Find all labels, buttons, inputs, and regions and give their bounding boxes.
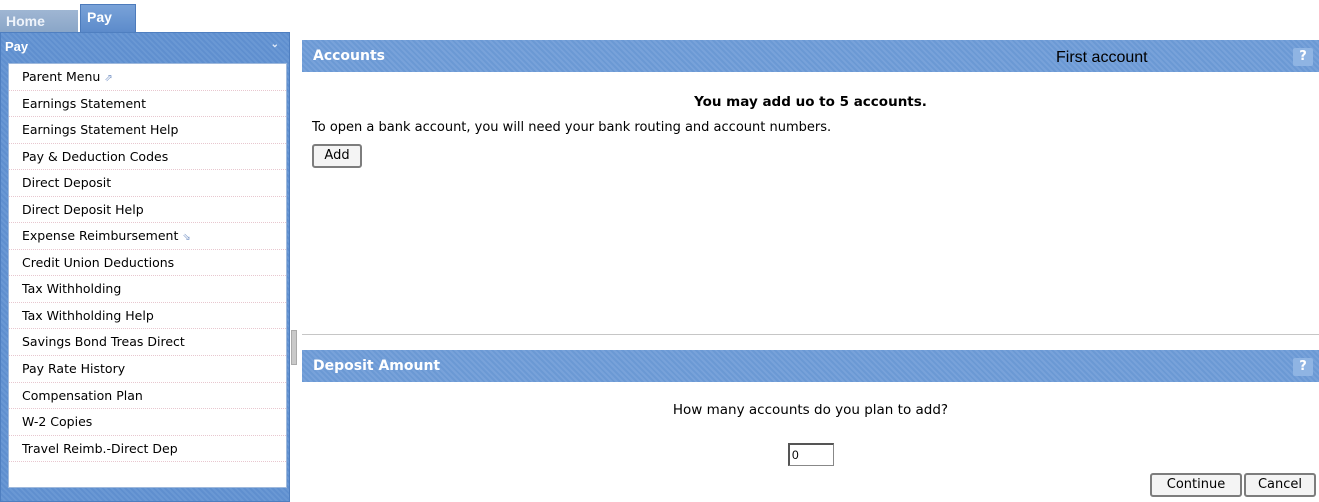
accounts-count-input[interactable] xyxy=(788,443,834,466)
sidebar-item-label: Savings Bond Treas Direct xyxy=(22,334,185,350)
sidebar-item-label: Direct Deposit xyxy=(22,175,112,191)
sidebar-item-label: Tax Withholding Help xyxy=(22,307,154,323)
sidebar-item-credit-union-deductions[interactable]: Credit Union Deductions xyxy=(9,250,286,277)
sidebar-item-w2-copies[interactable]: W-2 Copies xyxy=(9,409,286,436)
sidebar-item-direct-deposit[interactable]: Direct Deposit xyxy=(9,170,286,197)
expand-arrow-icon: ⇘ xyxy=(182,232,191,244)
chevron-down-icon[interactable]: ⌄ xyxy=(271,39,279,50)
sidebar-item-pay-rate-history[interactable]: Pay Rate History xyxy=(9,356,286,383)
sidebar-item-label: Pay Rate History xyxy=(22,361,126,377)
cancel-button[interactable]: Cancel xyxy=(1244,473,1316,497)
sidebar-menu: Parent Menu ⇗ Earnings Statement Earnings… xyxy=(8,63,287,488)
sidebar-item-label: Compensation Plan xyxy=(22,387,143,403)
deposit-panel-header: Deposit Amount ? xyxy=(302,350,1319,382)
sidebar-header[interactable]: Pay ⌄ xyxy=(5,39,287,55)
first-account-label: First account xyxy=(1056,49,1148,66)
sidebar-item-label: W-2 Copies xyxy=(22,414,93,430)
sidebar-item-label: Earnings Statement Help xyxy=(22,122,179,138)
sidebar-item-expense-reimbursement[interactable]: Expense Reimbursement ⇘ xyxy=(9,223,286,250)
add-account-button[interactable]: Add xyxy=(312,144,362,168)
sidebar-item-savings-bond[interactable]: Savings Bond Treas Direct xyxy=(9,329,286,357)
sidebar-item-tax-withholding-help[interactable]: Tax Withholding Help xyxy=(9,303,286,330)
sidebar-item-label: Tax Withholding xyxy=(22,281,122,297)
sidebar-item-earnings-statement-help[interactable]: Earnings Statement Help xyxy=(9,117,286,144)
accounts-panel-header: Accounts ? xyxy=(302,40,1319,72)
accounts-panel-title: Accounts xyxy=(313,48,386,64)
panel-divider xyxy=(302,334,1319,335)
external-link-icon: ⇗ xyxy=(104,73,113,84)
tab-home[interactable]: Home xyxy=(0,10,78,32)
deposit-panel-title: Deposit Amount xyxy=(313,358,441,374)
accounts-count-question: How many accounts do you plan to add? xyxy=(672,402,949,418)
help-icon[interactable]: ? xyxy=(1293,358,1313,376)
sidebar-item-label: Credit Union Deductions xyxy=(22,254,175,270)
sidebar-item-pay-deduction-codes[interactable]: Pay & Deduction Codes xyxy=(9,144,286,171)
top-tabs: Home Pay xyxy=(0,0,1319,32)
panel-splitter-handle[interactable] xyxy=(291,330,297,365)
accounts-panel-body xyxy=(302,72,1319,334)
continue-button[interactable]: Continue xyxy=(1150,473,1242,497)
accounts-limit-heading: You may add uo to 5 accounts. xyxy=(694,94,927,110)
sidebar-item-travel-reimb[interactable]: Travel Reimb.-Direct Dep xyxy=(9,436,286,463)
help-icon[interactable]: ? xyxy=(1293,48,1313,66)
tab-pay[interactable]: Pay xyxy=(80,4,136,32)
sidebar-item-direct-deposit-help[interactable]: Direct Deposit Help xyxy=(9,197,286,224)
sidebar-title: Pay xyxy=(5,39,29,54)
sidebar-item-label: Parent Menu xyxy=(22,69,101,84)
sidebar-item-label: Travel Reimb.-Direct Dep xyxy=(22,440,178,456)
sidebar-item-label: Direct Deposit Help xyxy=(22,201,144,217)
sidebar-item-tax-withholding[interactable]: Tax Withholding xyxy=(9,276,286,303)
sidebar: Pay ⌄ Parent Menu ⇗ Earnings Statement Ea… xyxy=(0,32,290,502)
sidebar-item-compensation-plan[interactable]: Compensation Plan xyxy=(9,383,286,410)
accounts-description: To open a bank account, you will need yo… xyxy=(312,120,832,135)
sidebar-item-label: Earnings Statement xyxy=(22,95,146,111)
sidebar-item-earnings-statement[interactable]: Earnings Statement xyxy=(9,91,286,118)
sidebar-item-label: Expense Reimbursement xyxy=(22,228,179,244)
sidebar-item-parent-menu[interactable]: Parent Menu ⇗ xyxy=(9,64,286,91)
sidebar-item-label: Pay & Deduction Codes xyxy=(22,148,169,164)
